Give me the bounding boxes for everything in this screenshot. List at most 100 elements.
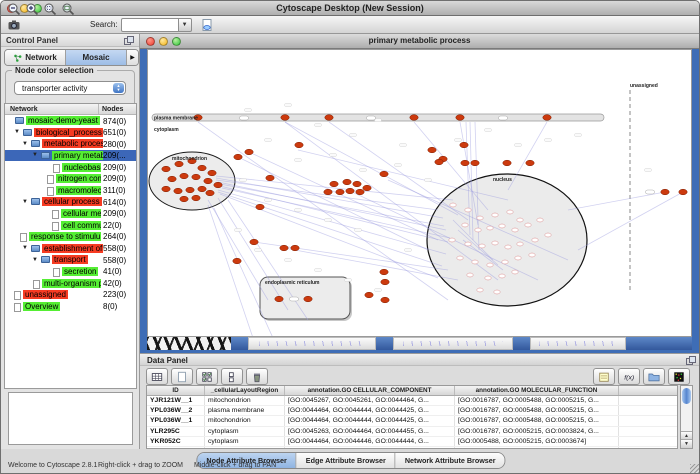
network-window-titlebar[interactable]: primary metabolic process [140,34,699,49]
column-header[interactable]: annotation.GO MOLECULAR_FUNCTION [455,386,619,395]
tab-overflow-icon[interactable]: ▶ [127,50,138,65]
tree-item[interactable]: ▼metabolic process280(0) [5,138,136,150]
network-node[interactable] [192,195,200,201]
table-cell[interactable]: [GO:0044464, GO:0044444, GO:0044425, G..… [285,416,455,425]
table-cell[interactable]: YLR295C [147,427,205,436]
network-node[interactable] [204,178,212,184]
nucleus-micro-node[interactable] [479,244,485,248]
snapshot-icon[interactable] [6,17,22,33]
nucleus-micro-node[interactable] [477,216,483,220]
column-header[interactable]: ID [147,386,205,395]
network-node[interactable] [410,115,418,121]
table-scrollbar[interactable]: ▲ ▼ [680,385,693,449]
resize-grip[interactable] [690,464,699,473]
table-cell[interactable] [619,406,677,415]
network-node[interactable] [330,181,338,187]
network-node[interactable] [198,186,206,192]
table-icon-button[interactable] [146,368,168,385]
nucleus-micro-node[interactable] [507,210,513,214]
network-node[interactable] [461,160,469,166]
column-header[interactable]: _cellularLayoutRegion [205,386,285,395]
new-doc-icon-button[interactable] [171,368,193,385]
network-node[interactable] [162,186,170,192]
tree-item[interactable]: mosaic-demo-yeast874(0) [5,115,136,127]
nucleus-micro-node[interactable] [525,223,531,227]
table-cell[interactable]: [GO:0045263, GO:0044464, GO:0044455, G..… [285,427,455,436]
table-cell[interactable]: plasma membrane [205,406,285,415]
tree-item[interactable]: cell communicat22(0) [5,219,136,231]
network-node[interactable] [435,159,443,165]
tree-item[interactable]: ▼transport558(0) [5,254,136,266]
table-cell[interactable]: [GO:0044464, GO:0044444, GO:0044425, G..… [285,406,455,415]
tree-item[interactable]: nucleobase-209(0) [5,161,136,173]
table-row[interactable]: YLR295Ccytoplasm[GO:0045263, GO:0044464,… [147,427,677,437]
tree-item[interactable]: cellular metabo209(0) [5,208,136,220]
float-panel-icon[interactable] [686,356,697,365]
network-thumbnail[interactable] [248,337,376,350]
chevron-down-icon[interactable]: ▼ [179,18,192,32]
network-node[interactable] [661,189,669,195]
tree-item[interactable]: multi-organism pro42(0) [5,277,136,289]
summary-node[interactable] [290,297,299,301]
tree-item[interactable]: ▼biological_process651(0) [5,127,136,139]
nucleus-micro-node[interactable] [457,256,463,260]
table-cell[interactable]: [GO:0005488, GO:0005215, GO:0003674] [455,437,619,446]
network-node[interactable] [343,179,351,185]
tree-item[interactable]: unassigned223(0) [5,289,136,301]
network-node[interactable] [346,188,354,194]
network-node[interactable] [365,292,373,298]
network-node[interactable] [356,189,364,195]
table-row[interactable]: YPL036W__1mitochondrion[GO:0044464, GO:0… [147,416,677,426]
table-cell[interactable] [619,396,677,405]
search-input[interactable] [121,18,179,32]
tab-edge-attribute-browser[interactable]: Edge Attribute Browser [297,453,396,468]
nucleus-micro-node[interactable] [537,218,543,222]
tab-network-attribute-browser[interactable]: Network Attribute Browser [396,453,505,468]
function-icon-button[interactable]: f(x) [618,368,640,385]
birdseye-view-panel[interactable] [8,392,133,445]
network-node[interactable] [250,239,258,245]
nucleus-micro-node[interactable] [492,213,498,217]
scroll-down-icon[interactable]: ▼ [681,439,692,448]
tab-mosaic[interactable]: Mosaic [66,50,127,65]
column-header[interactable] [619,386,677,395]
nucleus-micro-node[interactable] [450,203,456,207]
network-node[interactable] [214,182,222,188]
network-node[interactable] [206,190,214,196]
table-cell[interactable] [619,416,677,425]
tree-item[interactable]: secretion41(0) [5,266,136,278]
table-cell[interactable]: [GO:0016787, GO:0005488, GO:0005215, G..… [455,406,619,415]
nucleus-micro-node[interactable] [487,226,493,230]
window-titlebar[interactable]: Cytoscape Desktop (New Session) [1,1,699,16]
nucleus-micro-node[interactable] [465,208,471,212]
table-cell[interactable]: cytoplasm [205,427,285,436]
table-cell[interactable]: mitochondrion [205,396,285,405]
expand-arrow-icon[interactable]: ▼ [32,152,38,158]
nucleus-micro-node[interactable] [512,228,518,232]
nucleus-micro-node[interactable] [494,290,500,294]
network-node[interactable] [679,189,687,195]
table-cell[interactable]: [GO:0045267, GO:0045261, GO:0044464, G..… [285,396,455,405]
network-node[interactable] [353,181,361,187]
tree-item[interactable]: ▼establishment of lo558(0) [5,243,136,255]
network-node[interactable] [304,296,312,302]
expand-arrow-icon[interactable]: ▼ [32,257,38,263]
attribute-table[interactable]: ID_cellularLayoutRegionannotation.GO CEL… [146,385,678,449]
tree-item[interactable]: ▼primary metabo209(... [5,150,136,162]
nucleus-micro-node[interactable] [532,238,538,242]
network-node[interactable] [233,258,241,264]
advanced-search-icon[interactable] [199,17,215,33]
summary-node[interactable] [499,116,508,120]
nucleus-micro-node[interactable] [499,224,505,228]
table-cell[interactable]: YPL036W__2 [147,406,205,415]
table-cell[interactable]: [GO:0044464, GO:0044446, GO:0044444, G..… [285,437,455,446]
network-node[interactable] [198,165,206,171]
network-node[interactable] [363,185,371,191]
select-attributes-icon-button[interactable] [196,368,218,385]
nucleus-micro-node[interactable] [475,228,481,232]
unselect-attributes-icon-button[interactable] [221,368,243,385]
nucleus-micro-node[interactable] [517,218,523,222]
table-cell[interactable]: [GO:0016787, GO:0005488, GO:0005215, G..… [455,416,619,425]
node-color-dropdown[interactable]: transporter activity ▲▼ [14,81,126,95]
tree-item[interactable]: ▼cellular process614(0) [5,196,136,208]
